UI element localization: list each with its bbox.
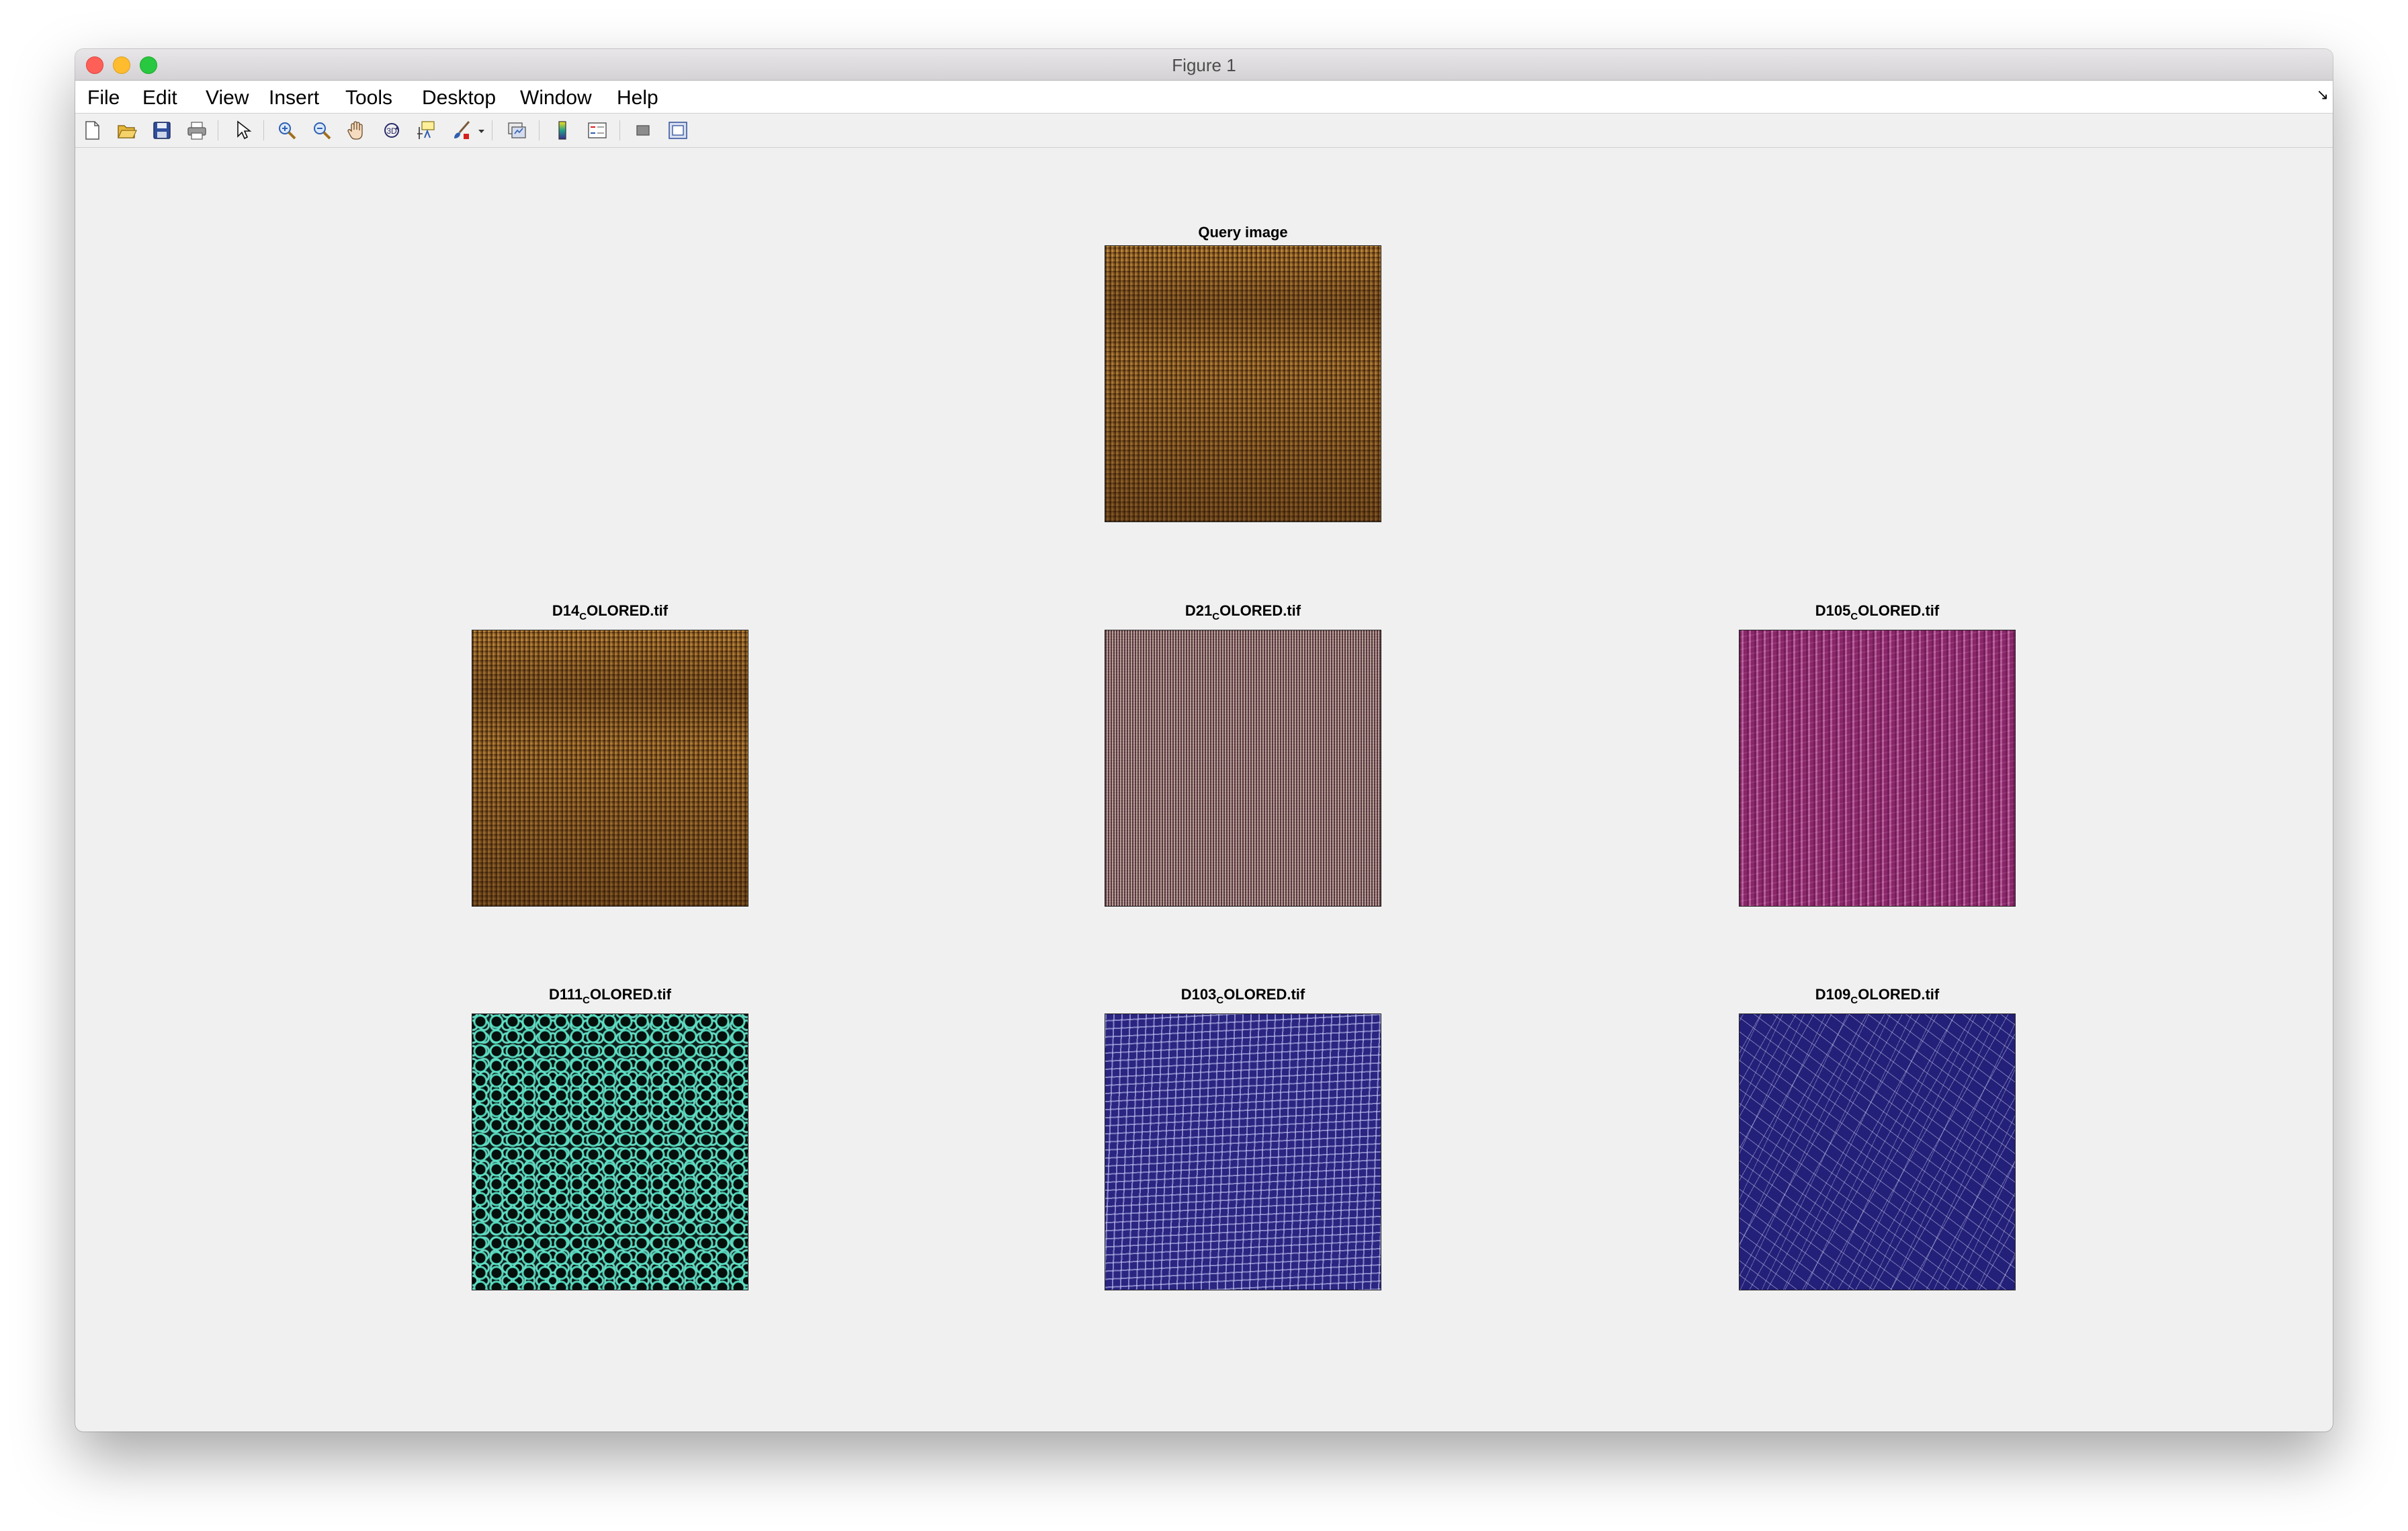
save-icon[interactable] — [150, 119, 173, 142]
show-plot-tools-icon[interactable] — [666, 119, 689, 142]
query-image — [1105, 245, 1381, 522]
result-title-2: D21COLORED.tif — [1185, 602, 1301, 622]
print-icon[interactable] — [185, 119, 208, 142]
svg-text:3D: 3D — [386, 126, 397, 136]
result-title-4: D111COLORED.tif — [548, 986, 671, 1006]
figure-window: Figure 1 File Edit View Insert Tools Des… — [75, 49, 2333, 1432]
result-title-1: D14COLORED.tif — [552, 602, 669, 622]
toolbar-separator — [619, 120, 620, 140]
window-title: Figure 1 — [1172, 55, 1236, 75]
open-file-icon[interactable] — [116, 119, 138, 142]
menu-help[interactable]: Help — [613, 85, 662, 111]
pan-hand-icon[interactable] — [345, 119, 368, 142]
menu-edit[interactable]: Edit — [138, 85, 181, 111]
data-cursor-icon[interactable] — [415, 119, 438, 142]
title-bar[interactable]: Figure 1 — [75, 49, 2333, 81]
rotate-3d-icon[interactable]: 3D — [380, 119, 403, 142]
brush-icon[interactable] — [450, 119, 473, 142]
insert-legend-icon[interactable] — [586, 119, 609, 142]
result-image-3 — [1739, 630, 2016, 907]
insert-colorbar-icon[interactable] — [551, 119, 574, 142]
dock-arrow-icon[interactable]: ↘ — [2317, 86, 2329, 104]
query-image-title: Query image — [1198, 224, 1288, 241]
zoom-out-icon[interactable] — [310, 119, 333, 142]
result-title-6: D109COLORED.tif — [1815, 986, 1940, 1006]
link-plot-icon[interactable] — [505, 119, 528, 142]
new-figure-icon[interactable] — [81, 119, 103, 142]
toolbar-separator — [539, 120, 540, 140]
result-title-3: D105COLORED.tif — [1815, 602, 1940, 622]
menu-bar: File Edit View Insert Tools Desktop Wind… — [75, 81, 2333, 114]
menu-view[interactable]: View — [202, 85, 253, 111]
menu-file[interactable]: File — [83, 85, 124, 111]
zoom-in-icon[interactable] — [275, 119, 298, 142]
result-image-1 — [472, 630, 748, 907]
menu-insert[interactable]: Insert — [265, 85, 323, 111]
hide-plot-tools-icon[interactable] — [632, 119, 654, 142]
toolbar-separator — [263, 120, 264, 140]
result-image-4 — [472, 1013, 748, 1290]
result-image-2 — [1105, 630, 1381, 907]
result-image-5 — [1105, 1013, 1381, 1290]
result-image-6 — [1739, 1013, 2016, 1290]
menu-tools[interactable]: Tools — [341, 85, 396, 111]
result-title-5: D103COLORED.tif — [1180, 986, 1305, 1006]
figure-toolbar: 3D — [75, 114, 2333, 148]
brush-dropdown-arrow[interactable] — [470, 119, 484, 142]
menu-window[interactable]: Window — [516, 85, 596, 111]
menu-desktop[interactable]: Desktop — [418, 85, 500, 111]
edit-plot-arrow-icon[interactable] — [231, 119, 254, 142]
